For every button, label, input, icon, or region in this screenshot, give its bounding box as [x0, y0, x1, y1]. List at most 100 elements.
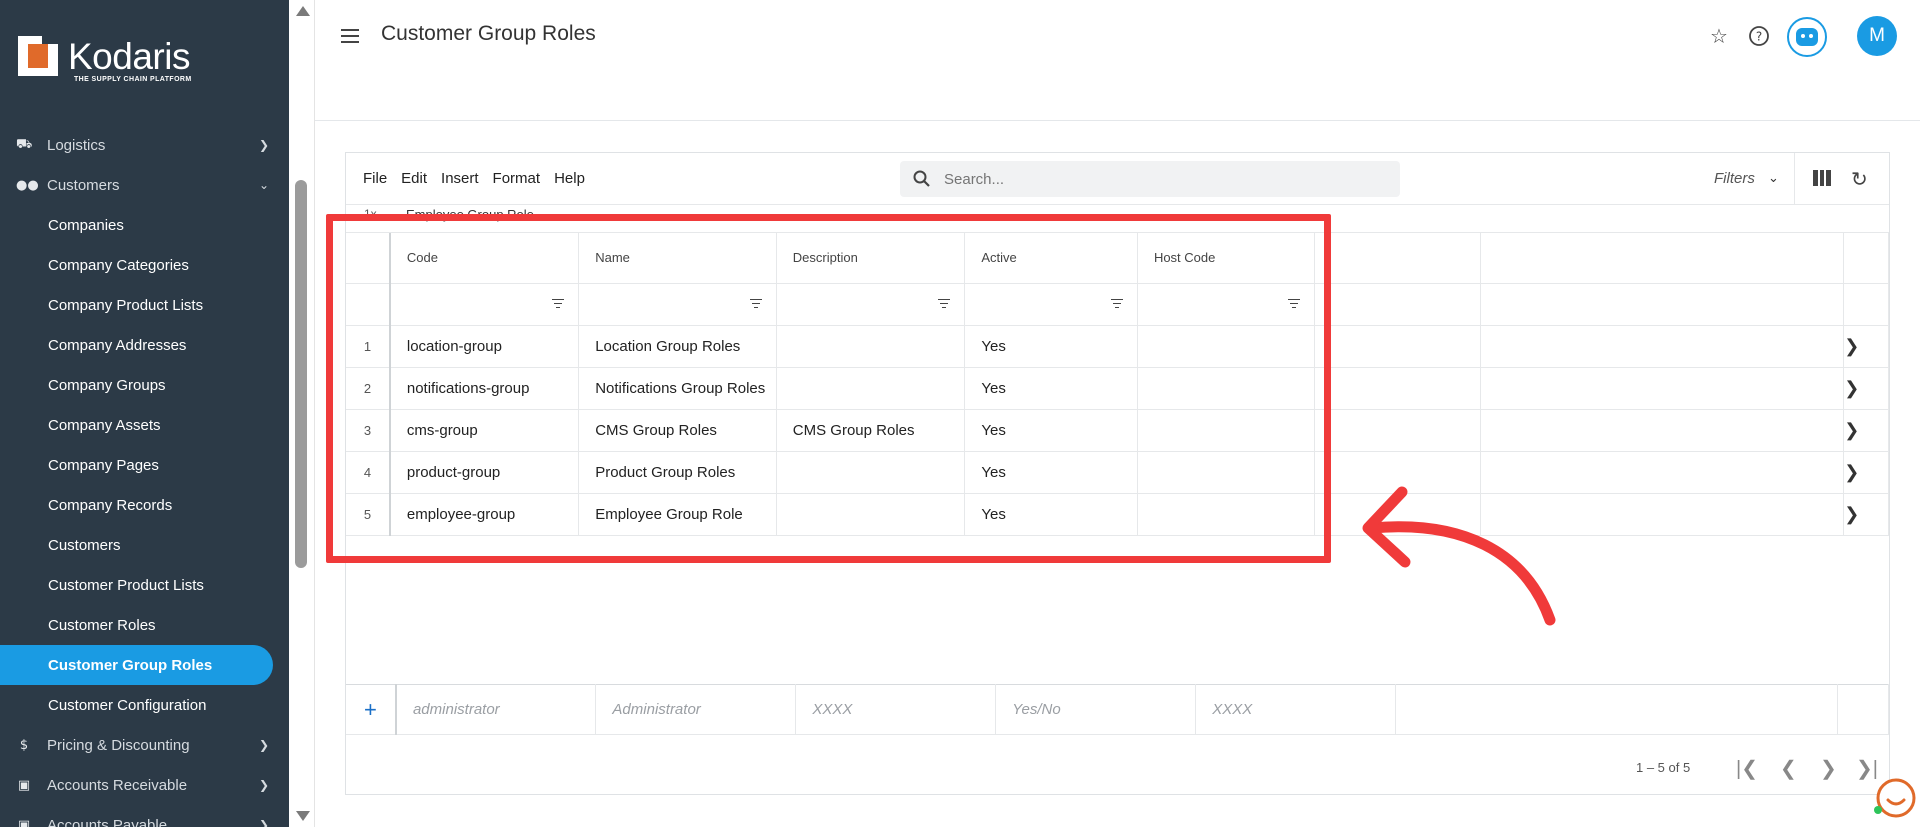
- menu-file[interactable]: File: [363, 170, 387, 187]
- columns-icon[interactable]: [1813, 170, 1832, 186]
- search-icon: [913, 170, 930, 187]
- kodaris-logo-mark-icon: [18, 36, 58, 76]
- kodaris-logo[interactable]: Kodaris THE SUPPLY CHAIN PLATFORM: [18, 34, 198, 84]
- page-header: Customer Group Roles ☆ ? M: [315, 0, 1920, 121]
- chevron-right-icon: ❯: [258, 818, 269, 827]
- annotation-arrow-icon: [1362, 486, 1556, 626]
- highlight-annotation-box: [326, 214, 1331, 563]
- scroll-thumb[interactable]: [295, 180, 307, 568]
- robot-icon: [1796, 28, 1818, 46]
- new-active-input[interactable]: Yes/No: [995, 684, 1197, 735]
- sidebar-item-company-product-lists[interactable]: Company Product Lists: [0, 285, 289, 325]
- truck-icon: ⛟: [16, 136, 33, 152]
- sidebar-item-customer-roles[interactable]: Customer Roles: [0, 605, 289, 645]
- sidebar-item-company-records[interactable]: Company Records: [0, 485, 289, 525]
- sidebar-item-companies[interactable]: Companies: [0, 205, 289, 245]
- filters-button[interactable]: Filters: [1714, 170, 1755, 187]
- sidebar-section-pricing-discounting[interactable]: $ Pricing & Discounting ❯: [0, 725, 289, 765]
- new-description-input[interactable]: XXXX: [795, 684, 997, 735]
- row-action-header: [1843, 233, 1889, 284]
- sidebar-item-company-groups[interactable]: Company Groups: [0, 365, 289, 405]
- brand-tagline: THE SUPPLY CHAIN PLATFORM: [74, 76, 192, 83]
- grid-toolbar: File Edit Insert Format Help Filters ⌄ ↻: [346, 153, 1889, 205]
- menu-edit[interactable]: Edit: [401, 170, 427, 187]
- new-code-input[interactable]: administrator: [395, 684, 597, 735]
- sidebar-item-customer-group-roles[interactable]: Customer Group Roles: [0, 645, 273, 685]
- cell-spacer: [1480, 325, 1845, 368]
- sidebar-section-label: Logistics: [47, 136, 106, 154]
- sidebar-item-customer-configuration[interactable]: Customer Configuration: [0, 685, 289, 725]
- sidebar: Kodaris THE SUPPLY CHAIN PLATFORM ⛟ Logi…: [0, 0, 289, 827]
- chevron-right-icon: ❯: [258, 138, 269, 152]
- cell-empty: [1314, 409, 1482, 452]
- pagination: 1 – 5 of 5 |❮ ❮ ❯ ❯|: [1636, 754, 1886, 784]
- user-avatar[interactable]: M: [1857, 16, 1897, 56]
- cell-empty: [1314, 325, 1482, 368]
- add-row-plus-icon[interactable]: +: [346, 684, 397, 735]
- dollar-icon: $: [19, 737, 29, 753]
- cell-spacer: [1480, 409, 1845, 452]
- star-icon[interactable]: ☆: [1707, 24, 1731, 48]
- menu-format[interactable]: Format: [493, 170, 541, 187]
- new-host-code-input[interactable]: XXXX: [1195, 684, 1397, 735]
- chevron-down-icon[interactable]: ⌄: [1768, 171, 1779, 186]
- new-name-input[interactable]: Administrator: [595, 684, 797, 735]
- sidebar-item-company-categories[interactable]: Company Categories: [0, 245, 289, 285]
- filter-cell-action: [1843, 283, 1889, 326]
- sidebar-item-company-pages[interactable]: Company Pages: [0, 445, 289, 485]
- row-open-chevron-icon[interactable]: ❯: [1843, 367, 1889, 410]
- sidebar-section-accounts-receivable[interactable]: ▣ Accounts Receivable ❯: [0, 765, 289, 805]
- row-open-chevron-icon[interactable]: ❯: [1843, 493, 1889, 536]
- bank-icon: ▣: [17, 817, 31, 827]
- sidebar-item-company-addresses[interactable]: Company Addresses: [0, 325, 289, 365]
- new-row: + administrator Administrator XXXX Yes/N…: [346, 684, 1890, 735]
- brand-name: Kodaris: [68, 36, 190, 77]
- refresh-icon[interactable]: ↻: [1851, 167, 1868, 191]
- row-open-chevron-icon[interactable]: ❯: [1843, 451, 1889, 494]
- first-page-icon[interactable]: |❮: [1736, 756, 1758, 781]
- help-icon[interactable]: ?: [1747, 24, 1771, 48]
- cell-empty: [1314, 367, 1482, 410]
- chevron-right-icon: ❯: [258, 778, 269, 792]
- sidebar-item-customers[interactable]: Customers: [0, 525, 289, 565]
- toolbar-divider: [1794, 153, 1795, 205]
- sidebar-section-customers[interactable]: ●● Customers ⌄: [0, 165, 289, 205]
- new-row-spacer: [1395, 684, 1838, 735]
- grid-menu-bar: File Edit Insert Format Help: [363, 170, 585, 187]
- menu-help[interactable]: Help: [554, 170, 585, 187]
- filter-cell-spacer: [1480, 283, 1845, 326]
- sidebar-section-label: Accounts Receivable: [47, 776, 188, 794]
- row-open-chevron-icon[interactable]: ❯: [1843, 409, 1889, 452]
- search-box: [900, 161, 1400, 197]
- bank-icon: ▣: [17, 777, 31, 793]
- sidebar-nav: ⛟ Logistics ❯ ●● Customers ⌄ Companies C…: [0, 125, 289, 827]
- column-header-spacer: [1480, 233, 1845, 284]
- assistant-bot-button[interactable]: [1787, 17, 1827, 57]
- column-header-empty: [1314, 233, 1482, 284]
- sidebar-section-label: Pricing & Discounting: [47, 736, 190, 754]
- sidebar-item-company-assets[interactable]: Company Assets: [0, 405, 289, 445]
- hamburger-menu-icon[interactable]: [341, 29, 359, 43]
- sidebar-section-logistics[interactable]: ⛟ Logistics ❯: [0, 125, 289, 165]
- cell-spacer: [1480, 367, 1845, 410]
- sidebar-section-label: Customers: [47, 176, 120, 194]
- search-input[interactable]: [944, 161, 1384, 197]
- sidebar-item-customer-product-lists[interactable]: Customer Product Lists: [0, 565, 289, 605]
- menu-insert[interactable]: Insert: [441, 170, 479, 187]
- pagination-range: 1 – 5 of 5: [1636, 760, 1691, 775]
- filter-cell-empty: [1314, 283, 1482, 326]
- scroll-down-arrow-icon[interactable]: [296, 811, 310, 821]
- scroll-up-arrow-icon[interactable]: [296, 6, 310, 16]
- chevron-down-icon: ⌄: [258, 178, 269, 192]
- sidebar-section-accounts-payable[interactable]: ▣ Accounts Payable ❯: [0, 805, 289, 827]
- page-title: Customer Group Roles: [381, 22, 596, 45]
- row-open-chevron-icon[interactable]: ❯: [1843, 325, 1889, 368]
- new-row-action-cell: [1837, 684, 1890, 735]
- users-icon: ●●: [16, 177, 39, 193]
- sidebar-section-label: Accounts Payable: [47, 816, 168, 827]
- previous-page-icon[interactable]: ❮: [1780, 756, 1797, 781]
- next-page-icon[interactable]: ❯: [1820, 756, 1837, 781]
- sidebar-scrollbar[interactable]: [289, 0, 315, 827]
- chevron-right-icon: ❯: [258, 738, 269, 752]
- chat-support-icon[interactable]: [1872, 776, 1916, 820]
